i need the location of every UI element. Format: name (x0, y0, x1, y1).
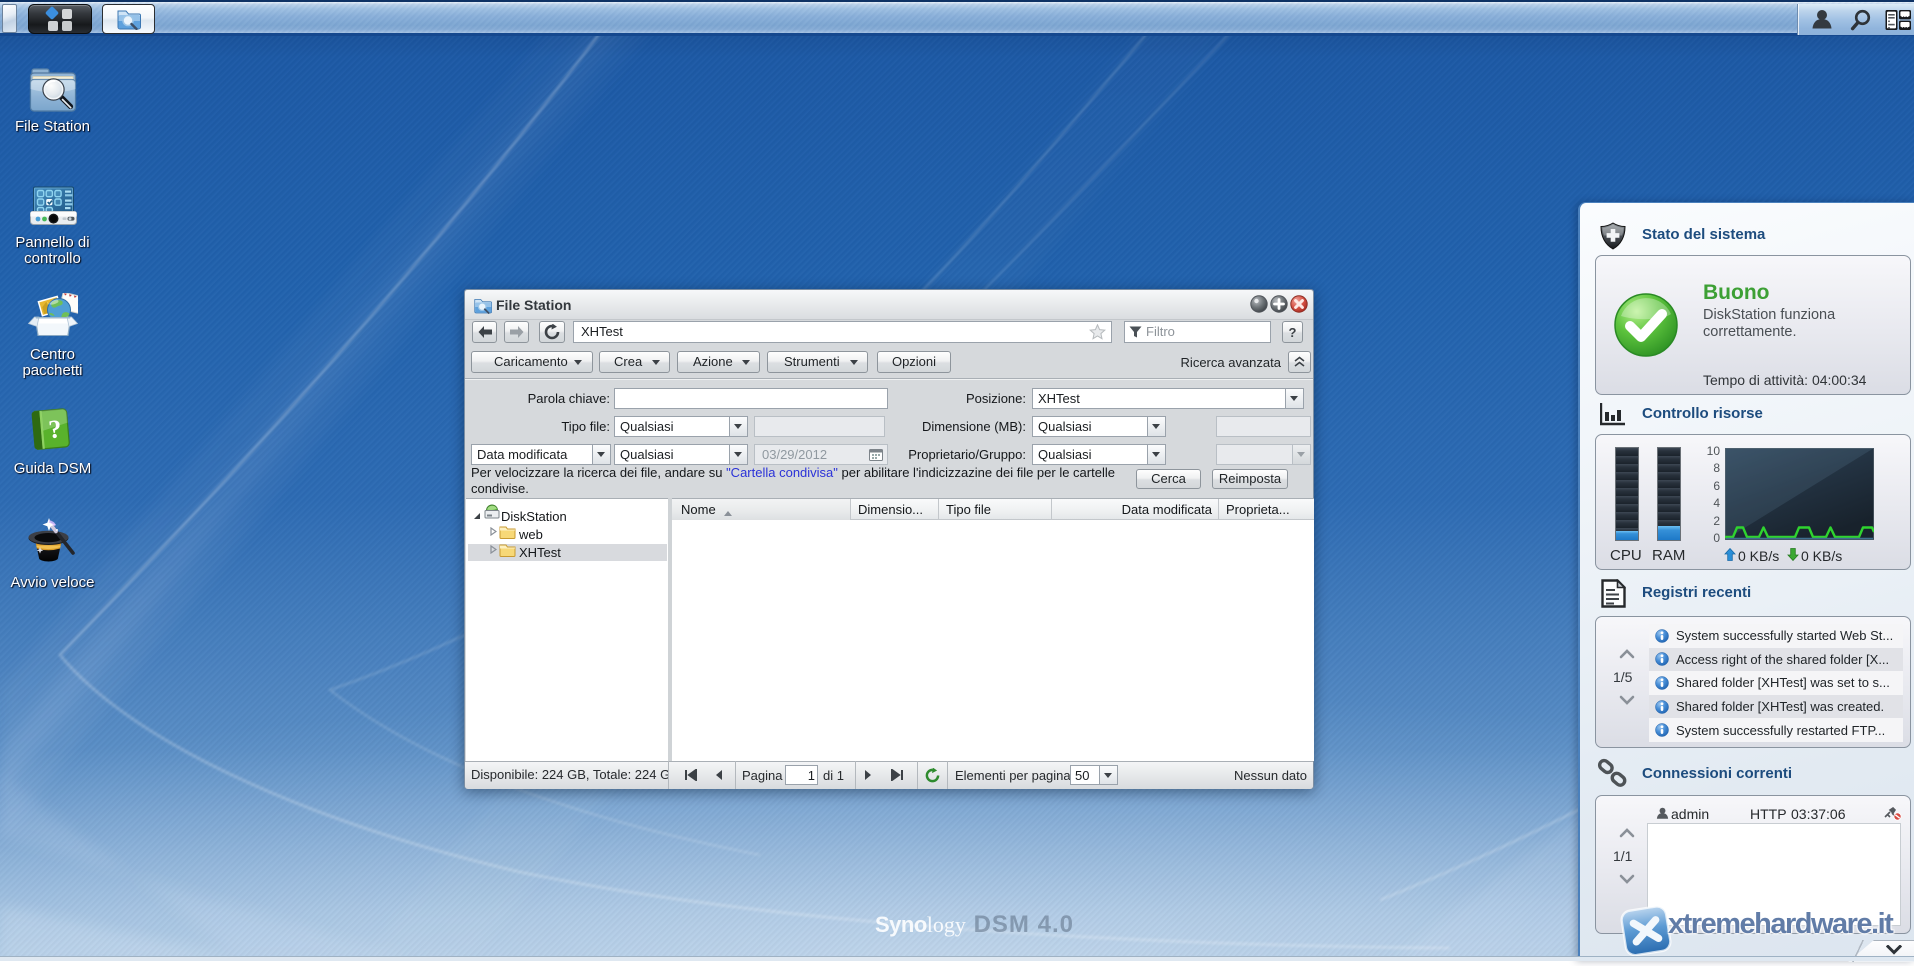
svg-text:?: ? (47, 414, 62, 444)
